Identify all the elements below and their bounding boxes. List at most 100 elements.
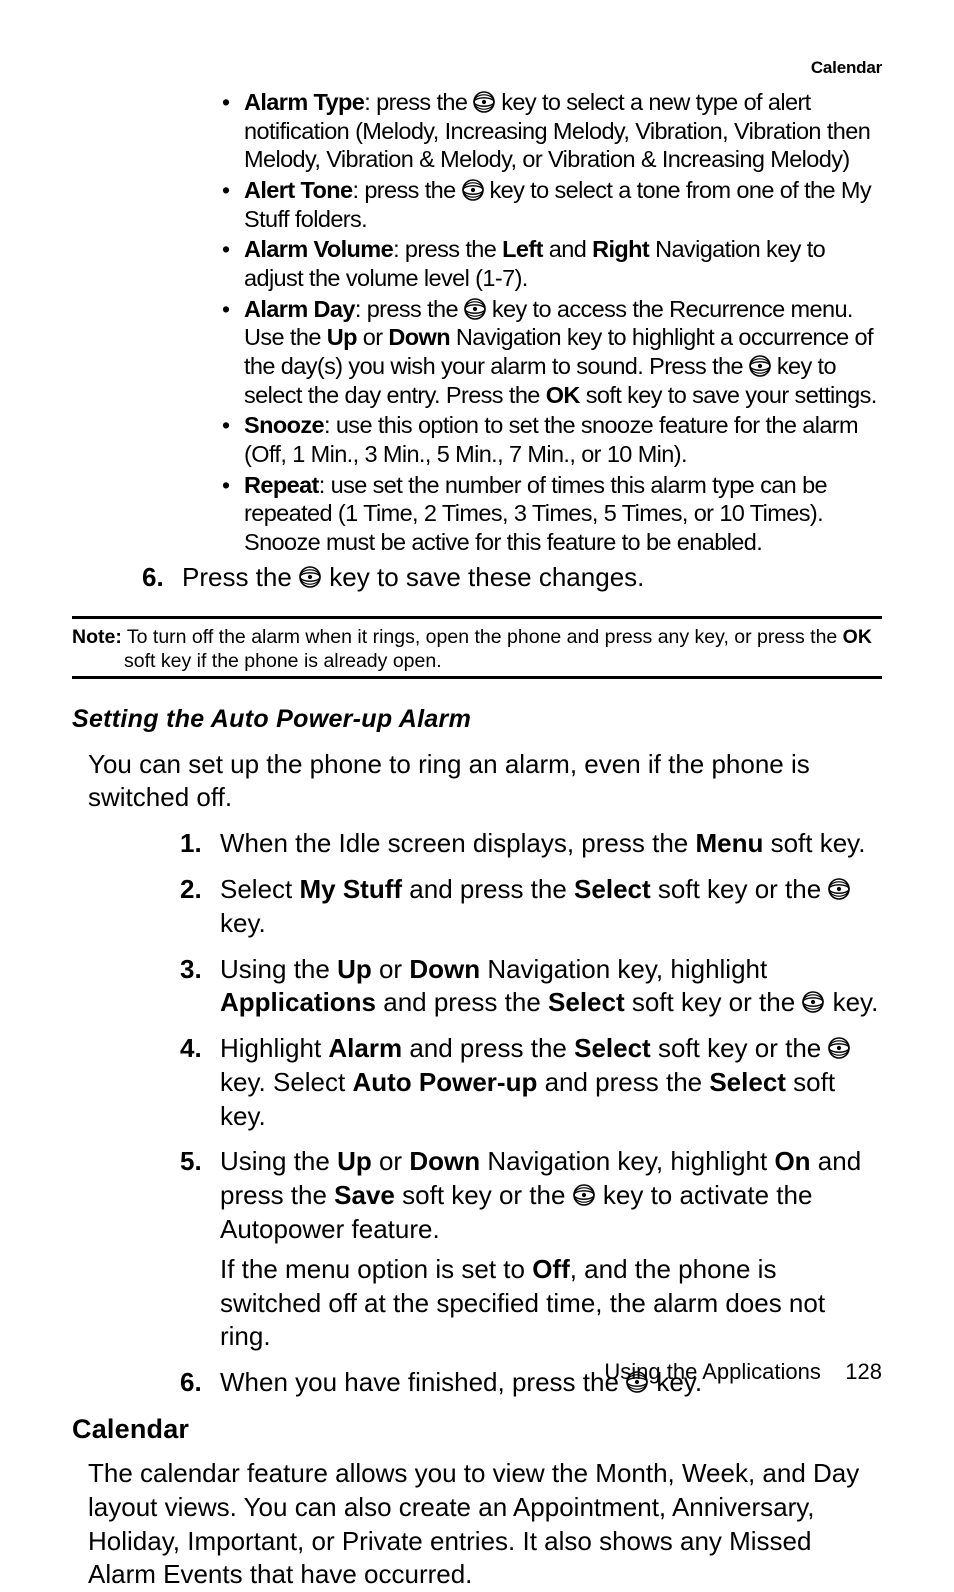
note-text: To turn off the alarm when it rings, ope…	[122, 626, 843, 648]
footer-page: 128	[845, 1359, 882, 1384]
section-lead: You can set up the phone to ring an alar…	[72, 748, 882, 816]
text: : press the	[352, 177, 461, 203]
text: or	[372, 954, 410, 984]
top-bullet-list: Alarm Type: press the key to select a ne…	[72, 88, 882, 557]
text: and press the	[376, 987, 548, 1017]
key: Select	[574, 1033, 651, 1063]
page-footer: Using the Applications 128	[604, 1359, 882, 1385]
ok-key-icon	[828, 1037, 851, 1060]
text: Highlight	[220, 1033, 328, 1063]
text: : press the	[364, 89, 473, 115]
step-2: Select My Stuff and press the Select sof…	[180, 873, 882, 941]
ok-key-icon	[749, 355, 771, 377]
text: : press the	[355, 296, 464, 322]
key: Up	[337, 954, 372, 984]
step-4: Highlight Alarm and press the Select sof…	[180, 1032, 882, 1133]
key: Right	[592, 236, 649, 262]
text: soft key or the	[625, 987, 803, 1017]
text: Navigation key, highlight	[480, 1146, 774, 1176]
ok-key-icon	[573, 1184, 596, 1207]
ok-key-icon	[464, 298, 486, 320]
bullet-repeat: Repeat: use set the number of times this…	[222, 471, 882, 557]
key: OK	[546, 382, 580, 408]
ok-key-icon	[802, 991, 825, 1014]
text: Using the	[220, 954, 337, 984]
key: Up	[337, 1146, 372, 1176]
step-6-top: 6. Press the key to save these changes.	[142, 561, 882, 594]
text: : press the	[393, 236, 502, 262]
step-5: Using the Up or Down Navigation key, hig…	[180, 1145, 882, 1354]
key: Alarm	[328, 1033, 402, 1063]
text: : use set the number of times this alarm…	[244, 472, 827, 555]
text: and press the	[537, 1067, 709, 1097]
text: Using the	[220, 1146, 337, 1176]
text: and	[543, 236, 592, 262]
key: My Stuff	[300, 874, 403, 904]
bullet-snooze: Snooze: use this option to set the snooz…	[222, 411, 882, 468]
text: and press the	[402, 874, 574, 904]
text: : use this option to set the snooze feat…	[244, 412, 858, 467]
key: Menu	[695, 828, 763, 858]
text: soft key to save your settings.	[580, 382, 877, 408]
key: Down	[409, 1146, 480, 1176]
key: Up	[327, 324, 357, 350]
text: key.	[220, 908, 266, 938]
text: Navigation key, highlight	[480, 954, 767, 984]
key: Select	[548, 987, 625, 1017]
text: soft key or the	[395, 1180, 573, 1210]
text: key. Select	[220, 1067, 352, 1097]
key: Left	[502, 236, 543, 262]
ok-key-icon	[473, 91, 495, 113]
key: Select	[709, 1067, 786, 1097]
running-header: Calendar	[72, 58, 882, 78]
section-heading-auto-powerup: Setting the Auto Power-up Alarm	[72, 705, 882, 734]
key: On	[774, 1146, 810, 1176]
text: When you have finished, press the	[220, 1367, 626, 1397]
text: When the Idle screen displays, press the	[220, 828, 695, 858]
note-text: soft key if the phone is already open.	[124, 650, 442, 672]
step-1: When the Idle screen displays, press the…	[180, 827, 882, 861]
bullet-alert-tone: Alert Tone: press the key to select a to…	[222, 176, 882, 233]
divider	[72, 616, 882, 619]
key: Auto Power-up	[352, 1067, 537, 1097]
label: Alert Tone	[244, 177, 352, 203]
text: key.	[825, 987, 878, 1017]
text: and press the	[402, 1033, 574, 1063]
key: Off	[532, 1254, 570, 1284]
divider	[72, 676, 882, 679]
ok-key-icon	[828, 878, 851, 901]
text: or	[357, 324, 389, 350]
label: Alarm Volume	[244, 236, 393, 262]
section-heading-calendar: Calendar	[72, 1414, 882, 1445]
text: or	[372, 1146, 410, 1176]
text: If the menu option is set to	[220, 1254, 532, 1284]
label: Alarm Day	[244, 296, 355, 322]
step-3: Using the Up or Down Navigation key, hig…	[180, 953, 882, 1021]
calendar-body: The calendar feature allows you to view …	[72, 1457, 882, 1592]
text: Press the	[182, 562, 299, 592]
ok-key-icon	[462, 179, 484, 201]
bullet-alarm-volume: Alarm Volume: press the Left and Right N…	[222, 235, 882, 292]
footer-title: Using the Applications	[604, 1359, 820, 1384]
key: Down	[388, 324, 450, 350]
text: soft key or the	[651, 874, 829, 904]
key: Select	[574, 874, 651, 904]
text: key to save these changes.	[322, 562, 644, 592]
steps-list: When the Idle screen displays, press the…	[72, 827, 882, 1400]
label: Snooze	[244, 412, 324, 438]
note-label: Note:	[72, 626, 122, 648]
key: Applications	[220, 987, 376, 1017]
step-number: 6.	[142, 562, 182, 593]
ok-key-icon	[299, 566, 322, 589]
key: Down	[409, 954, 480, 984]
bullet-alarm-type: Alarm Type: press the key to select a ne…	[222, 88, 882, 174]
note-block: Note: To turn off the alarm when it ring…	[72, 625, 882, 674]
key: OK	[843, 626, 872, 648]
text: Select	[220, 874, 300, 904]
text: soft key.	[763, 828, 865, 858]
text: soft key or the	[651, 1033, 829, 1063]
label: Alarm Type	[244, 89, 364, 115]
key: Save	[334, 1180, 395, 1210]
label: Repeat	[244, 472, 319, 498]
bullet-alarm-day: Alarm Day: press the key to access the R…	[222, 295, 882, 410]
